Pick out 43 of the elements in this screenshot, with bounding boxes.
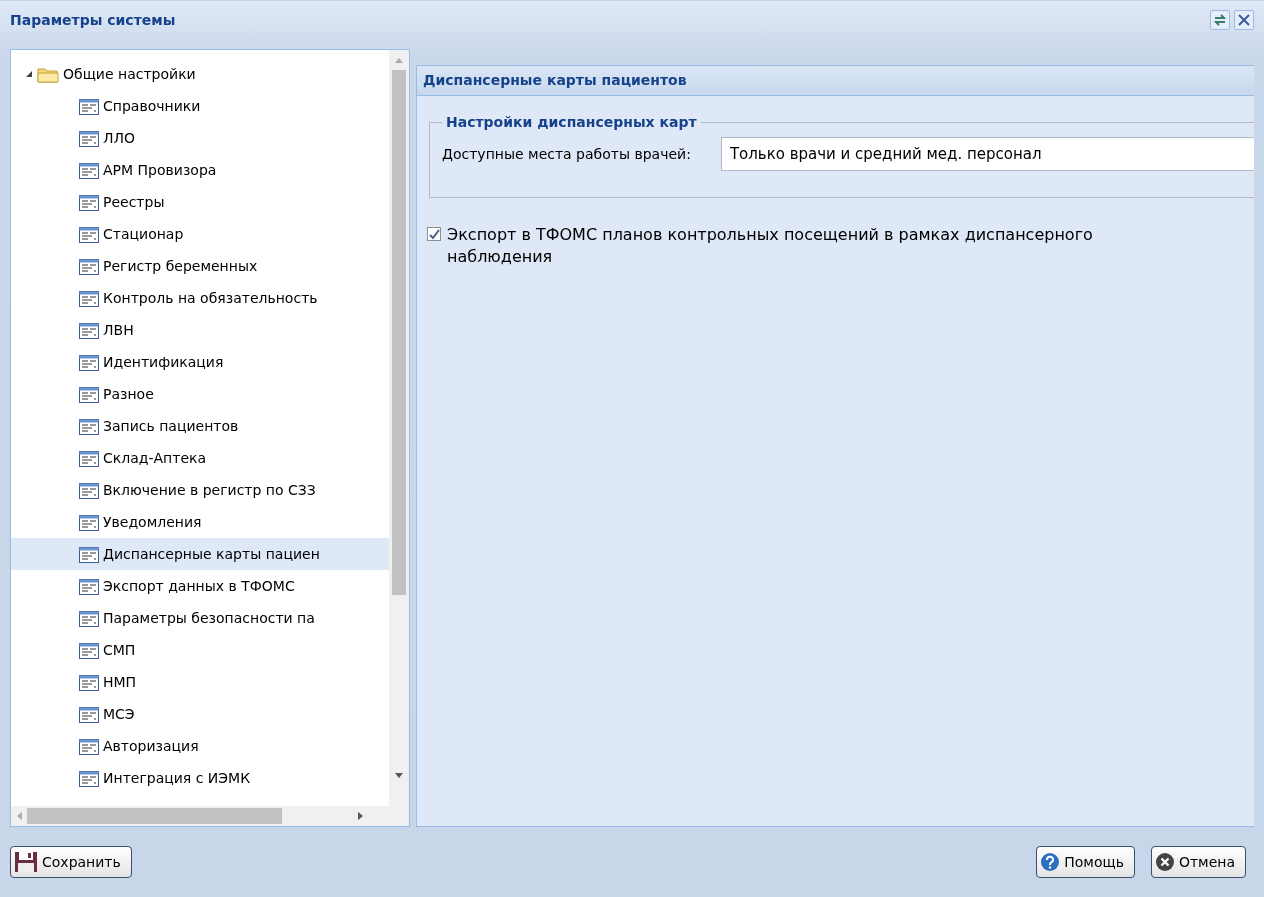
tree-item[interactable]: Запись пациентов — [11, 410, 389, 442]
scroll-down-icon[interactable] — [394, 772, 404, 780]
field-label: Доступные места работы врачей: — [442, 144, 691, 164]
tree-node[interactable]: Общие настройки — [11, 58, 389, 90]
refresh-button[interactable] — [1210, 10, 1230, 30]
checkbox-label: Экспорт в ТФОМС планов контрольных посещений в рамках диспансерного наблюдения — [447, 224, 1094, 268]
checkbox[interactable] — [427, 227, 441, 241]
tree-item[interactable]: ЛВН — [11, 314, 389, 346]
tree-item[interactable]: Идентификация — [11, 346, 389, 378]
group-title: Настройки диспансерных карт — [445, 113, 698, 132]
tree-item[interactable]: Диспансерные карты пациен — [11, 538, 389, 570]
tree-item[interactable]: Интеграция с ИЭМК — [11, 762, 389, 794]
select-field[interactable]: Только врачи и средний мед. персонал — [720, 137, 1254, 171]
tree-item[interactable]: Разное — [11, 378, 389, 410]
swap-arrows-icon — [1213, 13, 1227, 27]
tree-item[interactable]: ЛЛО — [11, 122, 389, 154]
window-title: Параметры системы — [10, 10, 176, 30]
tree-item[interactable]: Авторизация — [11, 730, 389, 762]
panel-title: Диспансерные карты пациентов — [417, 66, 1254, 96]
cancel-icon — [1154, 852, 1175, 872]
vertical-scrollbar[interactable] — [389, 50, 409, 806]
tree-item[interactable]: Параметры безопасности па — [11, 602, 389, 634]
tree-item[interactable]: Справочники — [11, 90, 389, 122]
help-button[interactable]: Помощь — [1036, 846, 1135, 878]
tree-item[interactable]: АРМ Провизора — [11, 154, 389, 186]
tree-item[interactable]: Контроль на обязательность — [11, 282, 389, 314]
tree-item[interactable]: МСЭ — [11, 698, 389, 730]
scroll-right-icon[interactable] — [357, 811, 365, 821]
tree-item[interactable]: Включение в регистр по СЗЗ — [11, 474, 389, 506]
save-button[interactable]: Сохранить — [10, 846, 132, 878]
cancel-button[interactable]: Отмена — [1150, 846, 1246, 878]
help-icon — [1040, 852, 1061, 872]
tree-item[interactable]: Уведомления — [11, 506, 389, 538]
tree-item[interactable]: Экспорт данных в ТФОМС — [11, 570, 389, 602]
close-icon — [1237, 13, 1251, 27]
tree-item[interactable]: СМП — [11, 634, 389, 666]
tree-item[interactable]: НМП — [11, 666, 389, 698]
horizontal-scrollbar[interactable] — [11, 806, 409, 826]
close-button[interactable] — [1234, 10, 1254, 30]
tree-item[interactable]: Стационар — [11, 218, 389, 250]
tree-item[interactable]: Склад-Аптека — [11, 442, 389, 474]
tree-item[interactable]: Реестры — [11, 186, 389, 218]
tree-item[interactable]: Регистр беременных — [11, 250, 389, 282]
